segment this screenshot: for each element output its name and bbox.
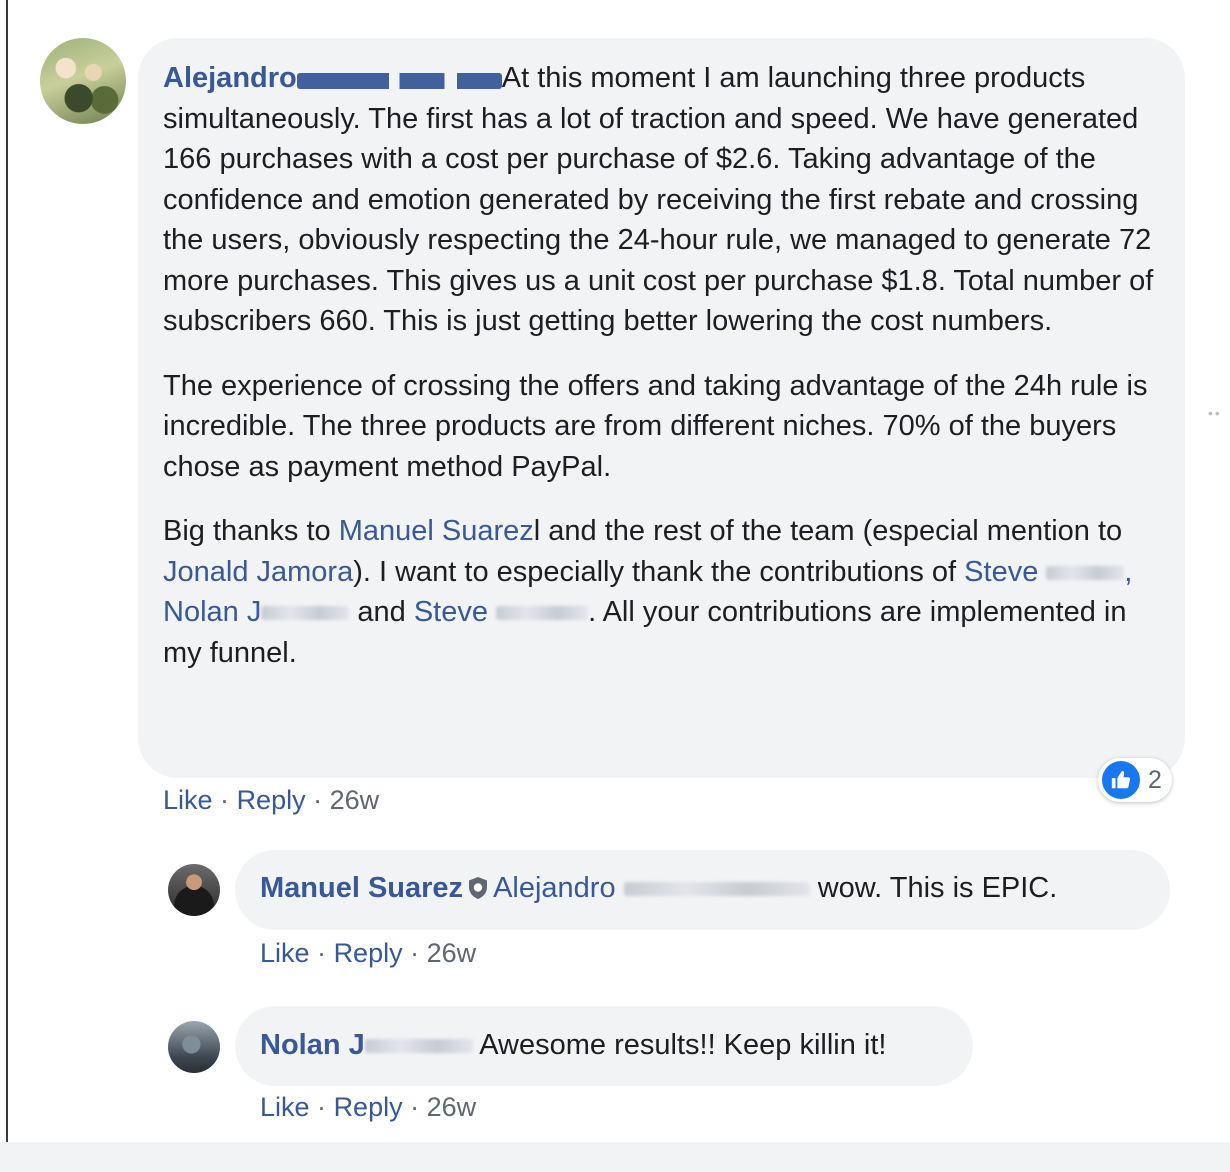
comment-paragraph-1: At this moment I am launching three prod… (163, 62, 1154, 337)
separator: · (317, 938, 327, 968)
reply-author[interactable]: Nolan J (260, 1029, 365, 1061)
reply-author[interactable]: Manuel Suarez (260, 872, 463, 904)
separator: · (410, 938, 420, 968)
avatar-alejandro[interactable] (40, 38, 126, 124)
avatar-manuel-suarez[interactable] (168, 864, 220, 916)
reply-link[interactable]: Reply (334, 1092, 403, 1122)
timestamp[interactable]: 26w (427, 938, 477, 968)
options-dots-icon[interactable]: •• (1208, 405, 1222, 421)
redacted-name (496, 606, 589, 621)
mention-steve-2-label: Steve (413, 596, 489, 628)
like-link[interactable]: Like (163, 785, 213, 815)
p3-text-2: l and the rest of the team (especial men… (533, 515, 1123, 547)
mention-steve-1[interactable]: Steve , (964, 556, 1132, 588)
reply-link[interactable]: Reply (334, 938, 403, 968)
separator: · (220, 785, 230, 815)
reply-link[interactable]: Reply (237, 785, 306, 815)
reply-author-label: Nolan (260, 1029, 341, 1061)
reply-author-tail: J (348, 1029, 365, 1061)
separator: · (313, 785, 323, 815)
reply-text: Awesome results!! Keep killin it! (479, 1029, 887, 1061)
mention-steve-1-tail: , (1124, 555, 1133, 588)
separator: · (410, 1092, 420, 1122)
reply-actions: Like · Reply · 26w (260, 938, 476, 969)
mention-nolan[interactable]: Nolan J (163, 596, 350, 628)
redacted-surname (296, 73, 502, 89)
mention-steve-2[interactable]: Steve (413, 596, 589, 628)
mention-nolan-label: Nolan (163, 596, 239, 628)
redacted-name (364, 1039, 473, 1054)
p3-text-3: ). I want to especially thank the contri… (353, 555, 965, 588)
thread-line (6, 0, 8, 1142)
reply-actions: Like · Reply · 26w (260, 1092, 476, 1123)
redacted-name (1046, 565, 1125, 580)
avatar-nolan[interactable] (168, 1021, 220, 1073)
reaction-count-badge[interactable]: 2 (1098, 758, 1172, 802)
mention-steve-1-label: Steve (964, 555, 1039, 588)
like-thumb-icon (1102, 761, 1140, 799)
reply-body: Nolan J Awesome results!! Keep killin it… (260, 1025, 886, 1066)
reply-mention-alejandro[interactable]: Alejandro (493, 872, 616, 904)
separator: · (317, 1092, 327, 1122)
comment-actions: Like · Reply · 26w (163, 785, 379, 816)
p3-text-4: and (349, 596, 414, 628)
timestamp[interactable]: 26w (330, 785, 380, 815)
redacted-name (623, 882, 810, 897)
comment-body: Alejandro At this moment I am launching t… (163, 58, 1173, 697)
mention-manuel-suarez[interactable]: Manuel Suarez (339, 515, 534, 547)
comment-paragraph-2: The experience of crossing the offers an… (163, 369, 1148, 483)
timestamp[interactable]: 26w (427, 1092, 477, 1122)
comment-paragraph-3: Big thanks to Manuel Suarezl and the res… (163, 511, 1173, 673)
reaction-count: 2 (1148, 765, 1162, 794)
like-link[interactable]: Like (260, 938, 310, 968)
admin-shield-icon (467, 871, 489, 912)
mention-nolan-tail: J (246, 596, 262, 628)
bottom-bar (0, 1142, 1230, 1172)
redacted-name (261, 606, 350, 621)
p3-text-1: Big thanks to (163, 515, 339, 547)
reply-body: Manuel Suarez Alejandro wow. This is EPIC… (260, 868, 1057, 912)
mention-jonald-jamora[interactable]: Jonald Jamora (163, 556, 353, 588)
like-link[interactable]: Like (260, 1092, 310, 1122)
comment-author[interactable]: Alejandro (163, 62, 297, 94)
reply-text: wow. This is EPIC. (817, 872, 1058, 904)
